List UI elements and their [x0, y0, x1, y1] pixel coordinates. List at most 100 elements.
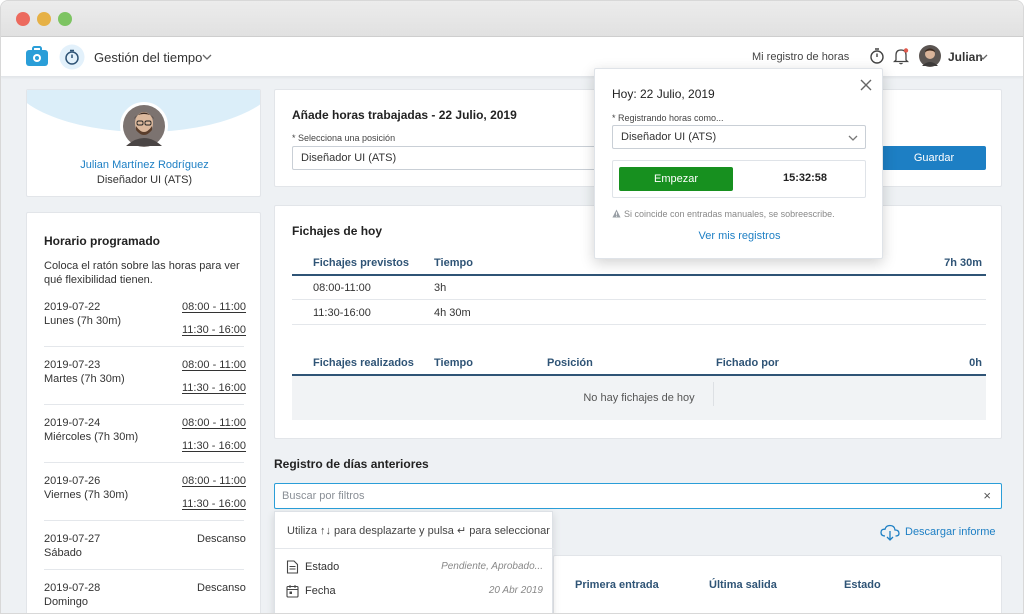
filter-option-hint: 20 Abr 2019	[488, 585, 543, 596]
divider	[44, 404, 244, 405]
close-window-dot[interactable]	[16, 12, 30, 26]
divider	[44, 462, 244, 463]
app-window: Gestión del tiempo Mi registro de horas …	[0, 0, 1024, 614]
popup-select-value: Diseñador UI (ATS)	[621, 131, 717, 143]
filter-option-label: Fecha	[305, 585, 336, 597]
filter-option-hint: Pendiente, Aprobado...	[441, 561, 543, 572]
schedule-day-label: Martes (7h 30m)	[44, 373, 125, 385]
search-placeholder: Buscar por filtros	[282, 490, 365, 502]
filter-dropdown: Utiliza ↑↓ para desplazarte y pulsa ↵ pa…	[274, 511, 554, 613]
start-button[interactable]: Empezar	[619, 167, 733, 191]
today-title: Fichajes de hoy	[292, 224, 383, 238]
time-tracking-popup: Hoy: 22 Julio, 2019 * Registrando horas …	[594, 68, 883, 259]
download-report-link[interactable]: Descargar informe	[905, 526, 995, 538]
schedule-slot[interactable]: 11:30 - 16:00	[182, 440, 246, 452]
schedule-card: Horario programado Coloca el ratón sobre…	[26, 212, 261, 613]
user-menu-chevron-icon[interactable]	[978, 53, 988, 61]
stopwatch-icon[interactable]	[869, 47, 885, 65]
divider	[44, 520, 244, 521]
schedule-day-label: Sábado	[44, 547, 82, 559]
my-records-link[interactable]: Mi registro de horas	[752, 51, 849, 63]
first-entry-header[interactable]: Primera entrada	[575, 579, 659, 591]
app-title[interactable]: Gestión del tiempo	[94, 50, 202, 65]
calendar-icon	[286, 585, 299, 598]
schedule-slot[interactable]: 11:30 - 16:00	[182, 382, 246, 394]
planned-total: 7h 30m	[944, 257, 982, 269]
divider	[275, 548, 554, 549]
planned-row-range: 08:00-11:00	[313, 282, 371, 294]
schedule-day-date: 2019-07-22	[44, 301, 101, 313]
popup-position-select[interactable]: Diseñador UI (ATS)	[612, 125, 866, 149]
schedule-slot[interactable]: 11:30 - 16:00	[182, 498, 246, 510]
schedule-day-label: Lunes (7h 30m)	[44, 315, 122, 327]
last-exit-header[interactable]: Última salida	[709, 579, 777, 591]
done-total: 0h	[969, 357, 982, 369]
filter-search-input[interactable]: Buscar por filtros ×	[274, 483, 1002, 509]
profile-avatar	[120, 102, 168, 150]
status-header[interactable]: Estado	[844, 579, 881, 591]
done-by-header: Fichado por	[716, 357, 779, 369]
divider	[292, 324, 986, 325]
divider	[292, 299, 986, 300]
schedule-day-date: 2019-07-27	[44, 533, 101, 545]
profile-role: Diseñador UI (ATS)	[96, 174, 193, 186]
schedule-day-date: 2019-07-26	[44, 475, 101, 487]
empty-state-text: No hay fichajes de hoy	[583, 392, 695, 404]
minimize-window-dot[interactable]	[37, 12, 51, 26]
filter-option-status[interactable]: Estado Pendiente, Aprobado...	[275, 556, 554, 580]
briefcase-logo-icon	[26, 46, 48, 66]
schedule-status: Descanso	[197, 533, 246, 545]
schedule-slot[interactable]: 11:30 - 16:00	[182, 324, 246, 336]
filter-option-date[interactable]: Fecha 20 Abr 2019	[275, 580, 554, 604]
save-button[interactable]: Guardar	[882, 146, 986, 170]
stopwatch-module-icon[interactable]	[59, 44, 85, 70]
schedule-slot[interactable]: 08:00 - 11:00	[182, 301, 246, 313]
profile-name[interactable]: Julian Martínez Rodríguez	[27, 159, 260, 171]
schedule-day-date: 2019-07-23	[44, 359, 101, 371]
dropdown-hint: Utiliza ↑↓ para desplazarte y pulsa ↵ pa…	[287, 525, 550, 537]
planned-col-header: Fichajes previstos	[313, 257, 409, 269]
popup-date: Hoy: 22 Julio, 2019	[612, 87, 715, 101]
user-avatar[interactable]	[919, 45, 941, 67]
chevron-down-icon[interactable]	[202, 53, 212, 61]
clear-search-icon[interactable]: ×	[983, 488, 991, 503]
profile-card: Julian Martínez Rodríguez Diseñador UI (…	[26, 89, 261, 197]
schedule-title: Horario programado	[44, 234, 161, 248]
divider	[44, 569, 244, 570]
registering-label: * Registrando horas como...	[612, 113, 724, 123]
schedule-slot[interactable]: 08:00 - 11:00	[182, 359, 246, 371]
maximize-window-dot[interactable]	[58, 12, 72, 26]
schedule-status: Descanso	[197, 582, 246, 594]
planned-row-range: 11:30-16:00	[313, 307, 371, 319]
position-select[interactable]: Diseñador UI (ATS)	[292, 146, 602, 170]
window-chrome	[1, 1, 1023, 37]
planned-time-header: Tiempo	[434, 257, 473, 269]
done-col-header: Fichajes realizados	[313, 357, 414, 369]
cloud-download-icon[interactable]	[880, 524, 900, 542]
bell-icon[interactable]	[893, 47, 909, 65]
document-icon	[286, 560, 299, 574]
table-header-rule	[292, 274, 986, 276]
schedule-day-date: 2019-07-28	[44, 582, 101, 594]
timer-panel: Empezar 15:32:58	[612, 160, 866, 198]
close-icon[interactable]	[860, 79, 872, 91]
schedule-day-label: Viernes (7h 30m)	[44, 489, 129, 501]
add-hours-title: Añade horas trabajadas - 22 Julio, 2019	[292, 108, 517, 122]
done-position-header: Posición	[547, 357, 593, 369]
empty-state-panel: No hay fichajes de hoy	[292, 376, 986, 420]
schedule-hint: Coloca el ratón sobre las horas para ver…	[44, 260, 240, 286]
schedule-slot[interactable]: 08:00 - 11:00	[182, 475, 246, 487]
schedule-day-label: Miércoles (7h 30m)	[44, 431, 139, 443]
divider	[44, 346, 244, 347]
planned-row-time: 4h 30m	[434, 307, 471, 319]
schedule-day-date: 2019-07-24	[44, 417, 101, 429]
done-time-header: Tiempo	[434, 357, 473, 369]
position-select-value: Diseñador UI (ATS)	[301, 152, 397, 164]
schedule-slot[interactable]: 08:00 - 11:00	[182, 417, 246, 429]
view-records-link[interactable]: Ver mis registros	[595, 230, 884, 242]
schedule-day-label: Domingo	[44, 596, 89, 608]
filter-option-label: Estado	[305, 561, 340, 573]
chevron-down-icon	[848, 135, 858, 141]
timer-display: 15:32:58	[783, 172, 828, 184]
warning-icon	[612, 209, 621, 218]
